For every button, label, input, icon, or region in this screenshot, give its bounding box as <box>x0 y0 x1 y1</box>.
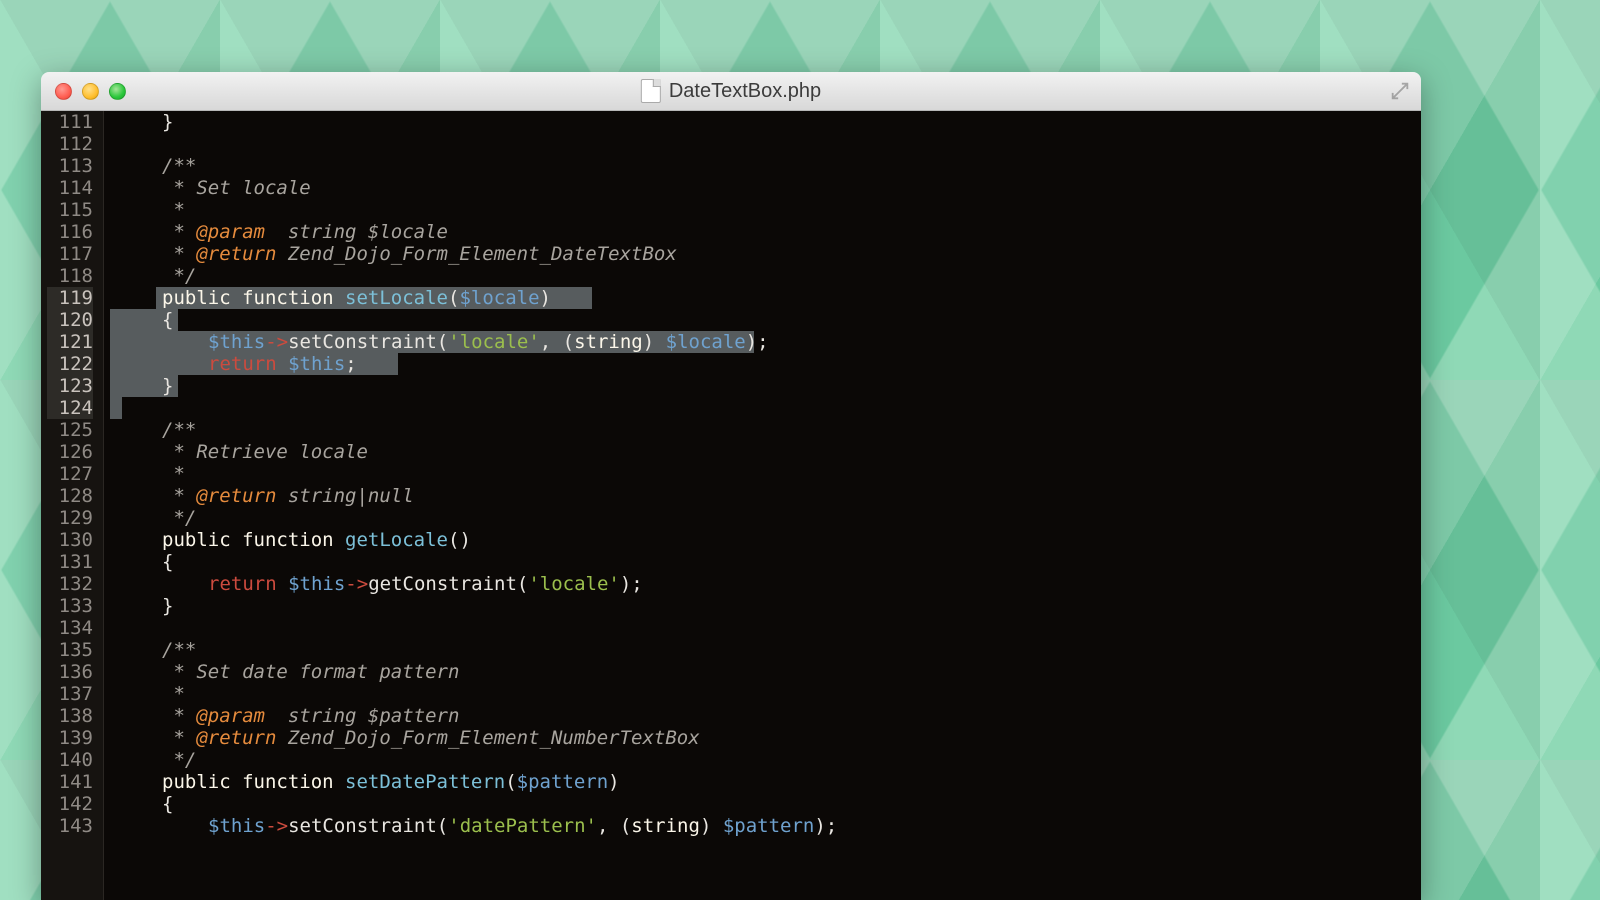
line-number: 142 <box>47 793 93 815</box>
file-icon <box>641 79 661 103</box>
titlebar[interactable]: DateTextBox.php <box>41 72 1421 111</box>
editor-window: DateTextBox.php 111112113114115116117118… <box>41 72 1421 900</box>
code-line[interactable]: return $this; <box>104 353 1421 375</box>
code-line[interactable]: return $this->getConstraint('locale'); <box>104 573 1421 595</box>
line-number: 124 <box>47 397 93 419</box>
line-number: 129 <box>47 507 93 529</box>
line-number: 111 <box>47 111 93 133</box>
line-number: 140 <box>47 749 93 771</box>
line-number: 112 <box>47 133 93 155</box>
line-number: 126 <box>47 441 93 463</box>
code-line[interactable]: $this->setConstraint('datePattern', (str… <box>104 815 1421 837</box>
line-number: 134 <box>47 617 93 639</box>
code-line[interactable]: * Set locale <box>104 177 1421 199</box>
code-line[interactable]: * Retrieve locale <box>104 441 1421 463</box>
line-number: 131 <box>47 551 93 573</box>
line-number: 139 <box>47 727 93 749</box>
close-button[interactable] <box>55 83 72 100</box>
line-number: 119 <box>47 287 93 309</box>
line-number: 122 <box>47 353 93 375</box>
code-line[interactable]: /** <box>104 419 1421 441</box>
line-number: 115 <box>47 199 93 221</box>
code-area[interactable]: } /** * Set locale * * @param string $loc… <box>104 111 1421 900</box>
code-line[interactable]: * @return Zend_Dojo_Form_Element_DateTex… <box>104 243 1421 265</box>
line-number: 130 <box>47 529 93 551</box>
line-number: 118 <box>47 265 93 287</box>
line-number: 120 <box>47 309 93 331</box>
zoom-button[interactable] <box>109 83 126 100</box>
line-number: 116 <box>47 221 93 243</box>
code-line[interactable]: * <box>104 463 1421 485</box>
line-number: 143 <box>47 815 93 837</box>
fullscreen-icon[interactable] <box>1389 80 1411 102</box>
code-line[interactable] <box>104 397 1421 419</box>
line-number: 133 <box>47 595 93 617</box>
line-number: 137 <box>47 683 93 705</box>
minimize-button[interactable] <box>82 83 99 100</box>
code-line[interactable]: } <box>104 375 1421 397</box>
code-line[interactable]: * Set date format pattern <box>104 661 1421 683</box>
code-line[interactable]: public function setLocale($locale) <box>104 287 1421 309</box>
code-line[interactable]: { <box>104 551 1421 573</box>
selection-highlight <box>110 397 122 419</box>
window-title: DateTextBox.php <box>641 79 821 103</box>
window-controls <box>55 83 126 100</box>
code-line[interactable] <box>104 133 1421 155</box>
code-line[interactable]: } <box>104 595 1421 617</box>
code-line[interactable]: * @param string $pattern <box>104 705 1421 727</box>
code-line[interactable]: { <box>104 793 1421 815</box>
code-line[interactable]: public function getLocale() <box>104 529 1421 551</box>
line-number: 138 <box>47 705 93 727</box>
code-line[interactable]: * @return string|null <box>104 485 1421 507</box>
line-number: 127 <box>47 463 93 485</box>
code-line[interactable]: * @return Zend_Dojo_Form_Element_NumberT… <box>104 727 1421 749</box>
line-number: 114 <box>47 177 93 199</box>
code-line[interactable]: * <box>104 683 1421 705</box>
line-number: 141 <box>47 771 93 793</box>
line-number: 125 <box>47 419 93 441</box>
code-editor[interactable]: 1111121131141151161171181191201211221231… <box>41 111 1421 900</box>
code-line[interactable]: { <box>104 309 1421 331</box>
code-line[interactable] <box>104 617 1421 639</box>
line-number: 132 <box>47 573 93 595</box>
code-line[interactable]: $this->setConstraint('locale', (string) … <box>104 331 1421 353</box>
line-number-gutter: 1111121131141151161171181191201211221231… <box>41 111 104 900</box>
code-line[interactable]: public function setDatePattern($pattern) <box>104 771 1421 793</box>
line-number: 128 <box>47 485 93 507</box>
code-line[interactable]: /** <box>104 155 1421 177</box>
code-line[interactable]: * <box>104 199 1421 221</box>
code-line[interactable]: */ <box>104 265 1421 287</box>
code-line[interactable]: */ <box>104 507 1421 529</box>
code-line[interactable]: * @param string $locale <box>104 221 1421 243</box>
line-number: 123 <box>47 375 93 397</box>
code-line[interactable]: } <box>104 111 1421 133</box>
line-number: 136 <box>47 661 93 683</box>
code-line[interactable]: */ <box>104 749 1421 771</box>
line-number: 113 <box>47 155 93 177</box>
line-number: 117 <box>47 243 93 265</box>
line-number: 135 <box>47 639 93 661</box>
code-line[interactable]: /** <box>104 639 1421 661</box>
window-title-text: DateTextBox.php <box>669 80 821 103</box>
line-number: 121 <box>47 331 93 353</box>
